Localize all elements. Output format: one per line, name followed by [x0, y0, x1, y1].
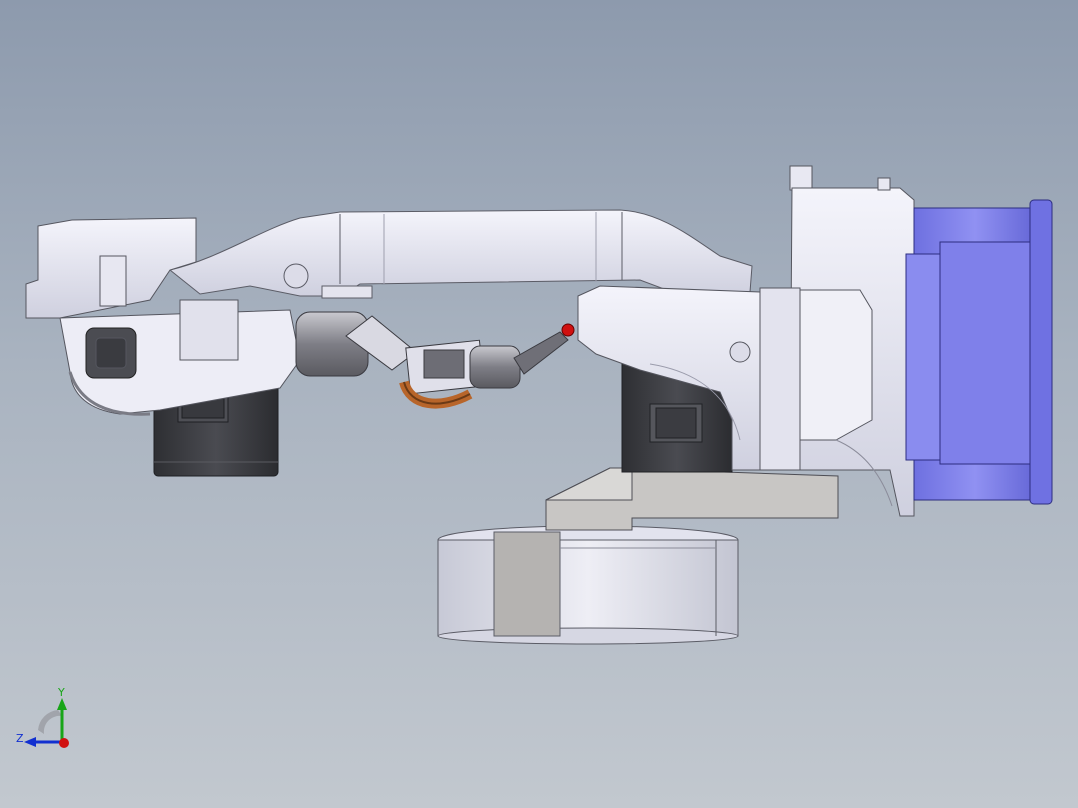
base-motor[interactable] [905, 199, 1053, 505]
y-axis-head [57, 698, 67, 710]
triad-arc [38, 710, 62, 734]
forearm-link[interactable] [168, 209, 753, 299]
z-axis-head [24, 737, 36, 747]
graphics-viewport[interactable]: Y Z [0, 0, 1078, 808]
base-turntable[interactable] [437, 525, 739, 645]
x-axis-point [59, 738, 69, 748]
base-bracket[interactable] [545, 467, 839, 531]
coordinate-triad: Y Z [16, 686, 69, 748]
z-axis-label: Z [16, 732, 24, 745]
y-axis-label: Y [57, 686, 65, 699]
base-joint-housing[interactable] [759, 165, 915, 517]
welding-torch[interactable] [295, 311, 575, 395]
robot-arm-model[interactable] [0, 0, 1078, 808]
